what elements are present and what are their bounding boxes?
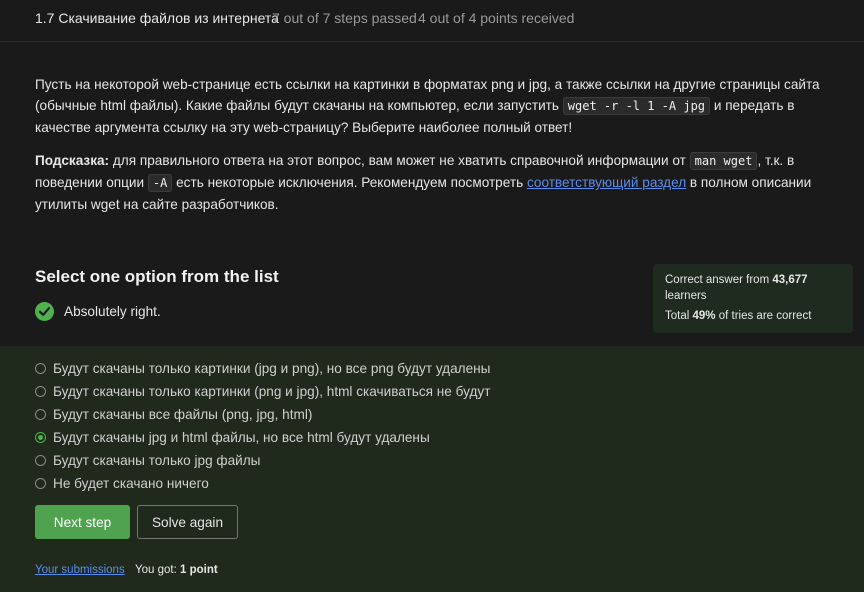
code-option-a: -A	[147, 174, 173, 192]
option-label: Будут скачаны все файлы (png, jpg, html)	[53, 406, 313, 422]
next-step-button[interactable]: Next step	[35, 505, 130, 539]
question-paragraph: Пусть на некоторой web-странице есть ссы…	[35, 74, 835, 138]
stats-percent: 49%	[692, 310, 716, 322]
points-progress: 4 out of 4 points received	[418, 10, 575, 26]
score-value: 1 point	[179, 564, 218, 576]
stats-text: of tries are correct	[715, 310, 812, 322]
answer-stats: Correct answer from 43,677 learners Tota…	[653, 264, 853, 333]
option-label: Будут скачаны только картинки (png и jpg…	[53, 383, 491, 399]
hint-paragraph: Подсказка: для правильного ответа на это…	[35, 150, 835, 215]
hint-text-part: для правильного ответа на этот вопрос, в…	[109, 153, 690, 168]
radio-button[interactable]	[35, 408, 46, 420]
code-wget-command: wget -r -l 1 -A jpg	[562, 97, 711, 115]
question-text: Пусть на некоторой web-странице есть ссы…	[35, 74, 835, 227]
radio-button-checked[interactable]	[35, 431, 46, 443]
radio-button[interactable]	[35, 454, 46, 466]
stats-total-tries: Total 49% of tries are correct	[665, 308, 841, 324]
option-label: Не будет скачано ничего	[53, 475, 209, 491]
result-message: Absolutely right.	[35, 301, 161, 321]
step-header: 1.7 Скачивание файлов из интернета 7 out…	[0, 0, 864, 42]
option-label: Будут скачаны jpg и html файлы, но все h…	[53, 429, 430, 445]
option-item[interactable]: Будут скачаны все файлы (png, jpg, html)	[35, 404, 312, 424]
your-submissions-link[interactable]: Your submissions	[35, 564, 125, 576]
option-item[interactable]: Не будет скачано ничего	[35, 473, 209, 493]
option-item[interactable]: Будут скачаны только картинки (png и jpg…	[35, 381, 490, 401]
hint-text-part: есть некоторые исключения. Рекомендуем п…	[172, 175, 527, 190]
option-label: Будут скачаны только картинки (jpg и png…	[53, 360, 491, 376]
score-label: You got:	[135, 564, 180, 576]
steps-progress: 7 out of 7 steps passed	[272, 10, 417, 26]
code-man-wget: man wget	[689, 152, 758, 170]
option-item[interactable]: Будут скачаны только jpg файлы	[35, 450, 260, 470]
stats-text: learners	[665, 290, 707, 302]
checkmark-icon	[35, 301, 54, 321]
score-summary: You got: 1 point	[135, 564, 218, 576]
radio-button[interactable]	[35, 477, 46, 489]
docs-section-link[interactable]: соответствующий раздел	[527, 175, 686, 190]
radio-button[interactable]	[35, 385, 46, 397]
hint-label: Подсказка:	[35, 153, 110, 168]
stats-correct-learners: Correct answer from 43,677 learners	[665, 272, 841, 304]
stats-learners-count: 43,677	[772, 274, 808, 286]
stats-text: Total	[665, 310, 693, 322]
option-item[interactable]: Будут скачаны только картинки (jpg и png…	[35, 358, 490, 378]
radio-button[interactable]	[35, 362, 46, 374]
stats-text: Correct answer from	[665, 274, 773, 286]
option-label: Будут скачаны только jpg файлы	[53, 452, 261, 468]
lesson-title: 1.7 Скачивание файлов из интернета	[35, 10, 279, 26]
solve-again-button[interactable]: Solve again	[137, 505, 238, 539]
select-title: Select one option from the list	[35, 267, 279, 286]
result-text: Absolutely right.	[64, 303, 161, 319]
option-item-selected[interactable]: Будут скачаны jpg и html файлы, но все h…	[35, 427, 430, 447]
